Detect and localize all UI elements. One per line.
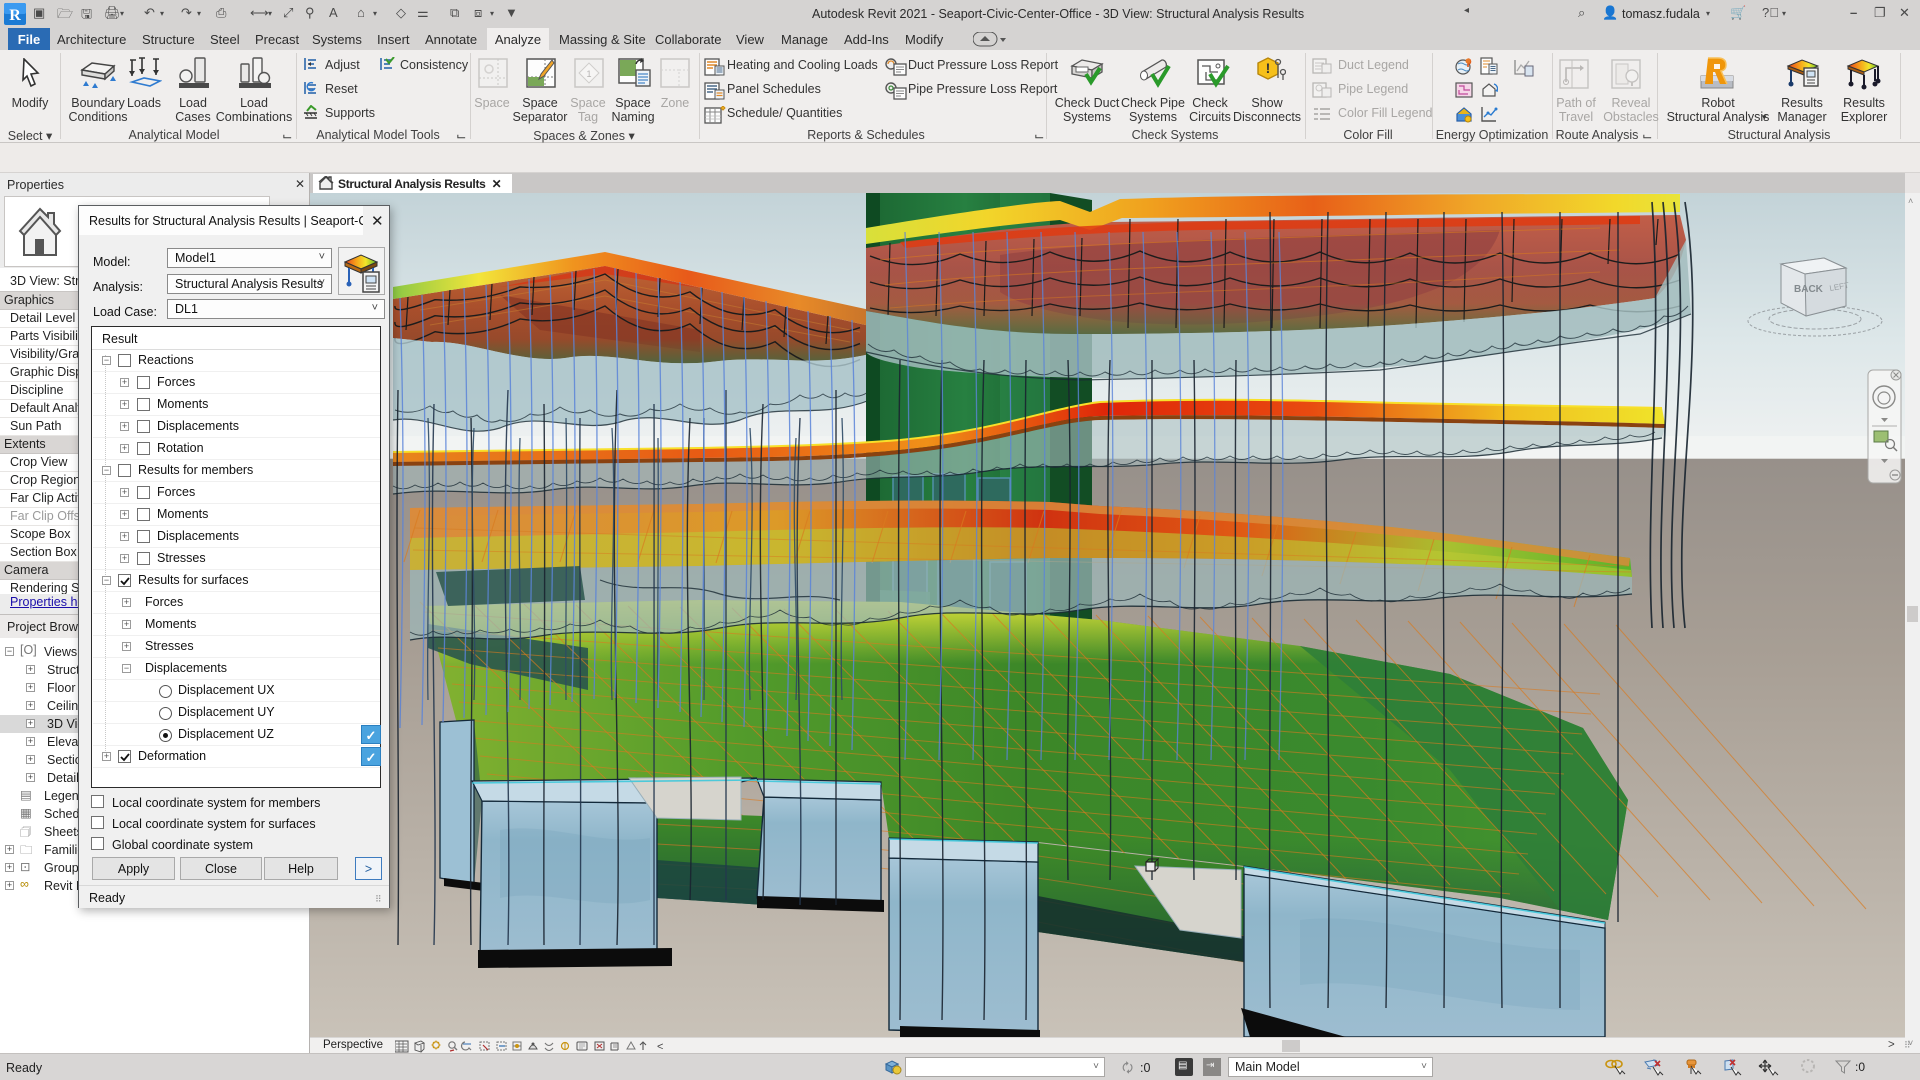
svg-text:R: R xyxy=(9,7,21,24)
svg-text::0: :0 xyxy=(1855,1060,1865,1074)
svg-text:1: 1 xyxy=(586,69,591,79)
svg-text:BACK: BACK xyxy=(1794,284,1824,295)
svg-text:˂: ˂ xyxy=(657,1041,663,1053)
svg-text:!: ! xyxy=(1266,60,1271,76)
